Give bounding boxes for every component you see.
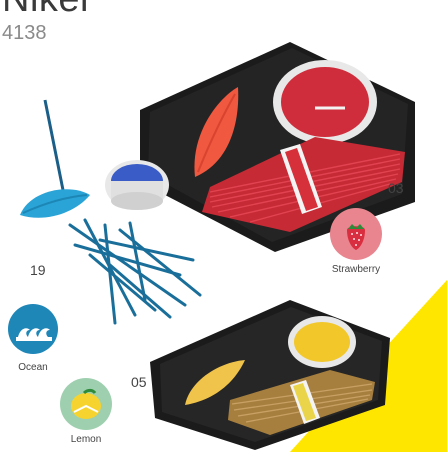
variant-number-lemon: 05	[131, 374, 147, 390]
variant-number-ocean: 19	[30, 262, 46, 278]
product-title: Nikel	[2, 0, 89, 21]
variant-number-strawberry: 03	[388, 180, 404, 196]
variant-label-lemon: Lemon	[70, 434, 102, 445]
strawberry-icon	[330, 208, 382, 260]
variant-label-ocean: Ocean	[18, 362, 48, 373]
ocean-waves-icon	[8, 304, 58, 354]
product-code: 4138	[2, 22, 47, 44]
lemon-incense-box	[150, 300, 390, 450]
lemon-icon	[60, 378, 112, 430]
variant-label-strawberry: Strawberry	[331, 264, 381, 275]
ocean-incense-set	[20, 99, 202, 325]
